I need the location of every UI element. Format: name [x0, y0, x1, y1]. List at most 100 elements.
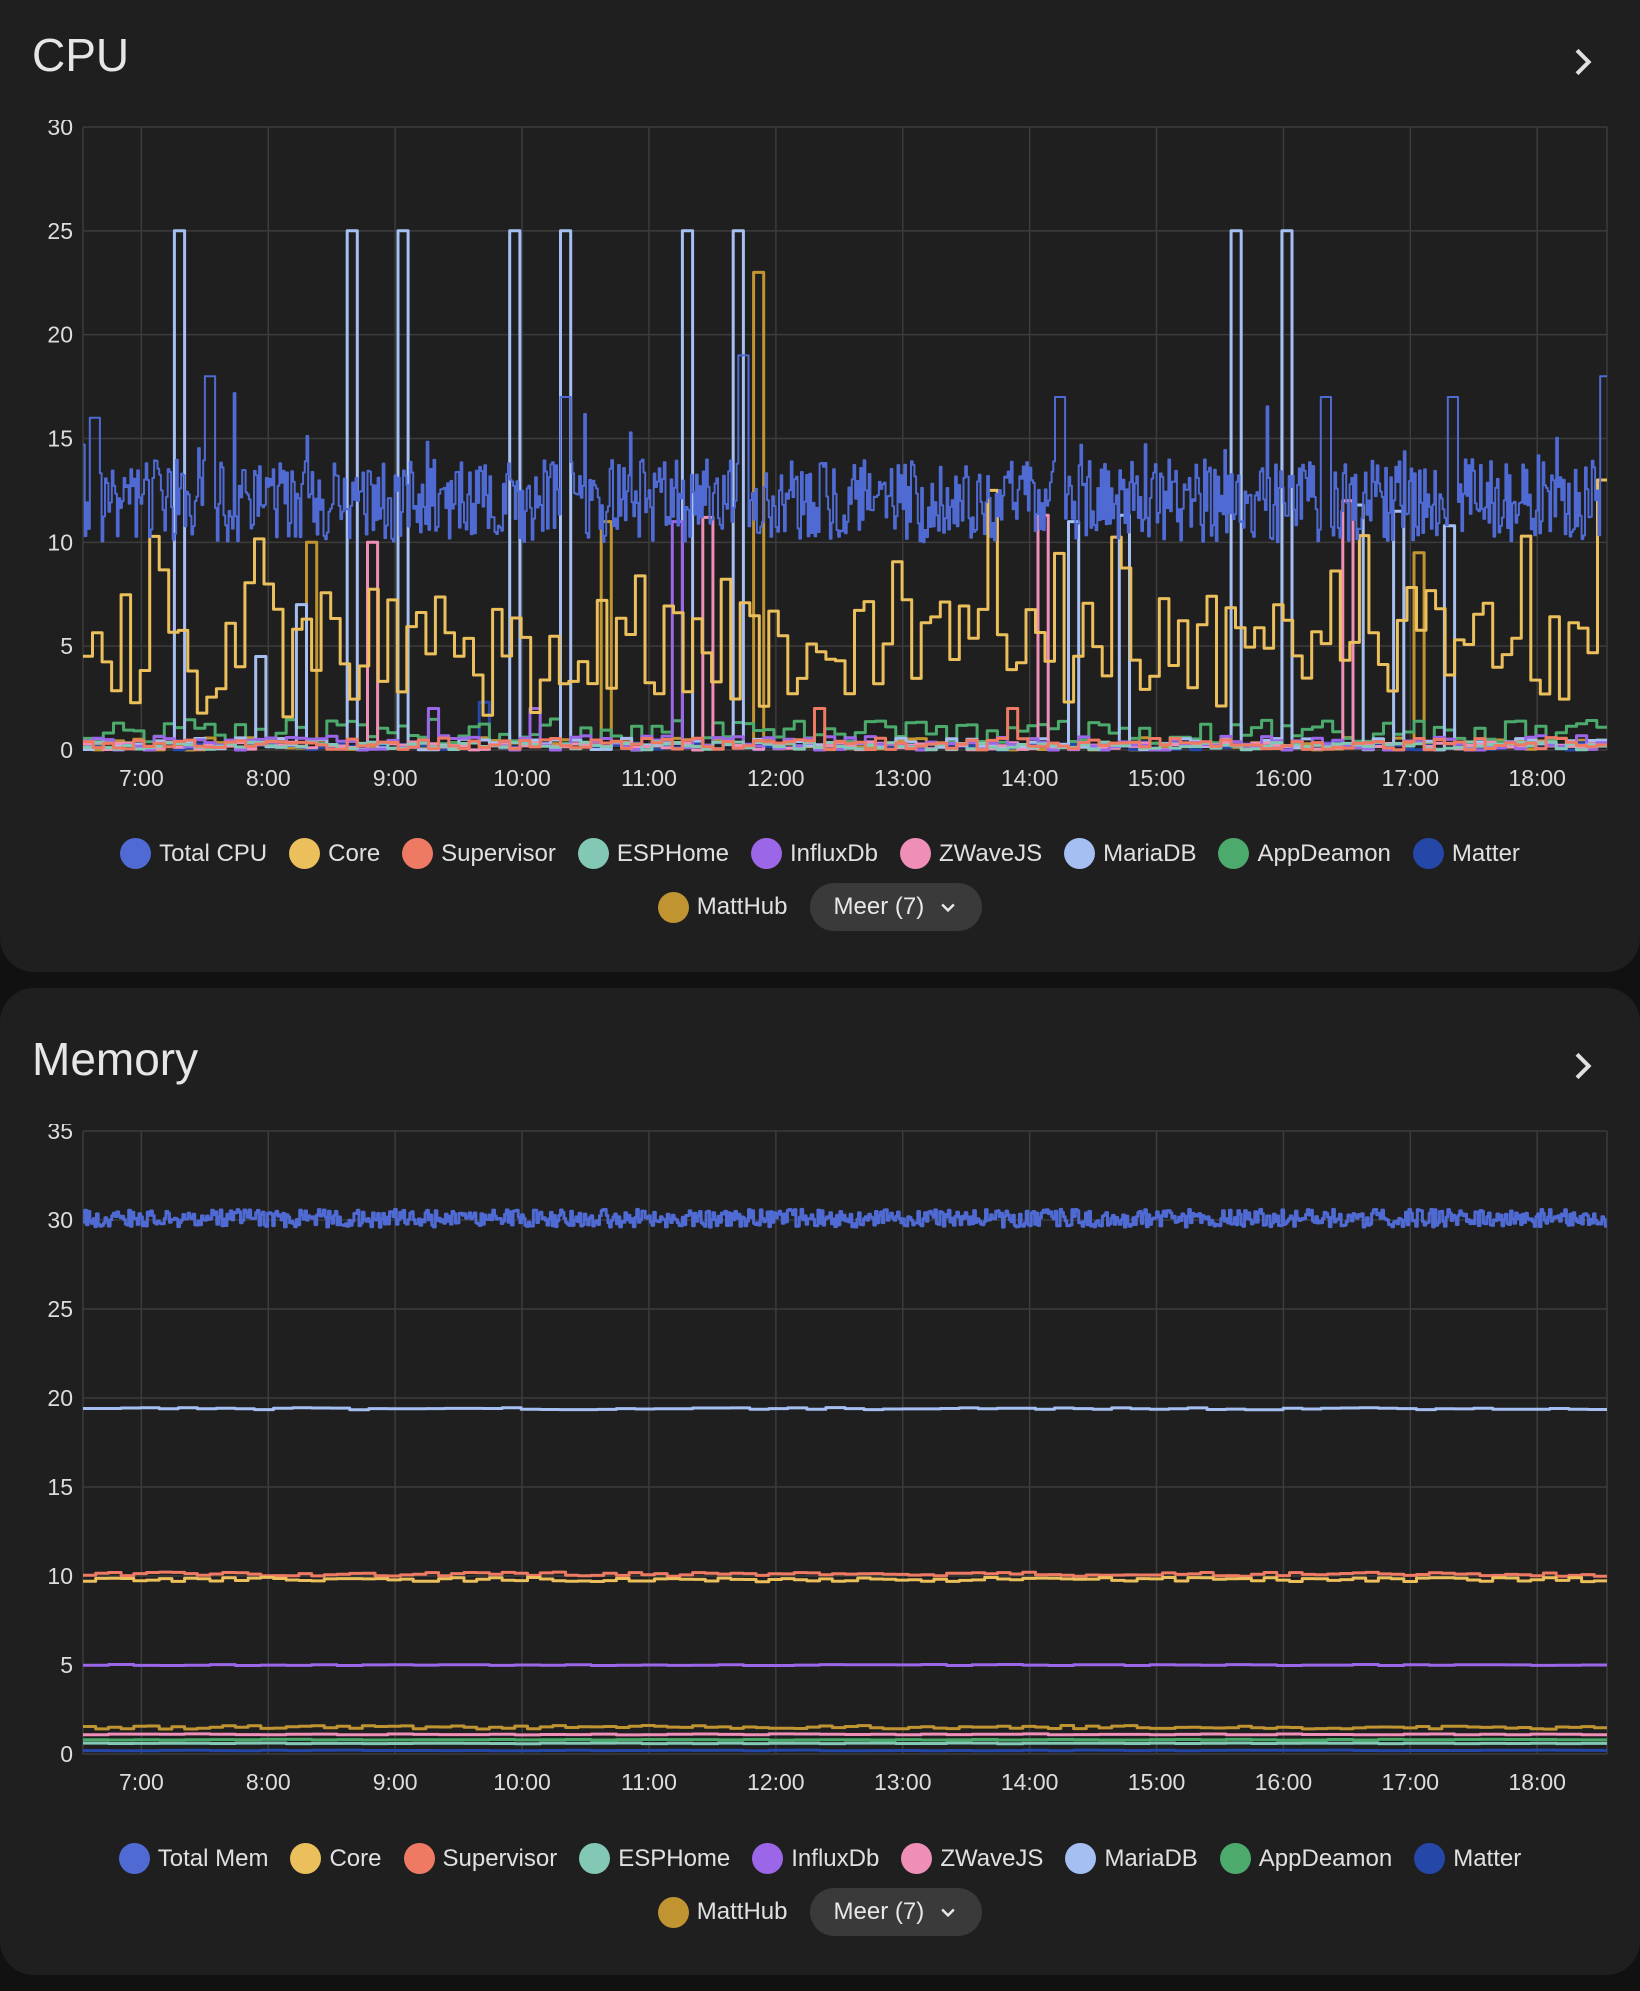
legend-row: MattHub Meer (7) [657, 883, 983, 931]
card-title: CPU [32, 29, 130, 81]
show-more-button[interactable]: Meer (7) [809, 1888, 983, 1936]
legend-row: Total Mem Core Supervisor ESPHome InfluxDb ZW… [118, 1843, 1521, 1874]
legend-item-esphome[interactable]: ESPHome [577, 838, 729, 869]
series-line-influxdb [83, 1663, 1607, 1667]
series-line-matter [83, 1748, 1607, 1753]
legend-label: Supervisor [442, 1844, 558, 1872]
chevron-right-icon[interactable] [1562, 1046, 1602, 1086]
legend-item-total-cpu[interactable]: Total CPU [120, 838, 267, 869]
x-tick-label: 10:00 [493, 765, 551, 791]
x-tick-label: 18:00 [1508, 765, 1566, 791]
legend-label: MariaDB [1103, 839, 1197, 867]
y-tick-label: 30 [47, 120, 73, 140]
x-tick-label: 9:00 [373, 765, 418, 791]
legend-item-supervisor[interactable]: Supervisor [402, 838, 556, 869]
legend-row: MattHub Meer (7) [657, 1888, 983, 1936]
legend-item-influxdb[interactable]: InfluxDb [752, 1843, 879, 1874]
legend-label: AppDeamon [1258, 1844, 1393, 1872]
legend-color-dot [577, 838, 609, 869]
legend-color-dot [657, 1896, 689, 1928]
y-tick-label: 0 [60, 737, 73, 763]
legend-label: InfluxDb [791, 1844, 880, 1872]
show-more-label: Meer (7) [833, 893, 925, 920]
legend-label: InfluxDb [789, 839, 878, 867]
y-tick-label: 35 [47, 1124, 73, 1144]
x-tick-label: 15:00 [1128, 765, 1186, 791]
legend-color-dot [402, 838, 434, 869]
y-tick-label: 5 [60, 633, 73, 659]
x-tick-label: 11:00 [621, 1769, 677, 1795]
x-tick-label: 13:00 [874, 1769, 932, 1795]
legend-label: Total CPU [159, 839, 268, 867]
legend-color-dot [1218, 838, 1250, 869]
legend-label: Total Mem [157, 1844, 269, 1872]
legend-color-dot [290, 1843, 322, 1874]
legend-item-matthub[interactable]: MattHub [657, 891, 788, 923]
legend-color-dot [120, 838, 152, 869]
legend-label: Supervisor [441, 839, 556, 867]
legend-color-dot [1412, 838, 1444, 869]
x-tick-label: 17:00 [1382, 1769, 1440, 1795]
memory-card: Memory % 0 5 10 15 20 25 30 35 7:00 8:00 9:00 10:00 1… [0, 988, 1640, 1975]
y-tick-label: 15 [47, 426, 73, 452]
memory-chart: % 0 5 10 15 20 25 30 35 7:00 8:00 9:00 10:00 11:00 12:… [47, 1124, 1608, 1795]
legend-item-influxdb[interactable]: InfluxDb [750, 838, 878, 869]
legend-color-dot [1064, 838, 1096, 869]
y-unit-label: % [83, 1124, 101, 1126]
x-tick-label: 14:00 [1001, 765, 1059, 791]
legend-color-dot [750, 838, 782, 869]
series-line-matthub [83, 1724, 1607, 1731]
y-tick-label: 10 [47, 1563, 73, 1589]
x-tick-label: 13:00 [874, 765, 932, 791]
cpu-legend: Total CPU Core Supervisor ESPHome InfluxDb ZW… [0, 838, 1640, 931]
legend-item-appdeamon[interactable]: AppDeamon [1219, 1843, 1393, 1874]
y-tick-label: 20 [47, 1385, 73, 1411]
x-tick-label: 8:00 [246, 765, 291, 791]
x-tick-label: 11:00 [621, 765, 677, 791]
series-line-zwavejs [83, 1732, 1607, 1737]
show-more-button[interactable]: Meer (7) [809, 883, 983, 931]
legend-item-mariadb[interactable]: MariaDB [1064, 838, 1196, 869]
legend-label: Matter [1453, 1844, 1522, 1872]
chevron-right-icon[interactable] [1562, 42, 1602, 82]
legend-color-dot [1414, 1843, 1446, 1874]
legend-label: AppDeamon [1257, 839, 1391, 867]
legend-color-dot [657, 891, 689, 923]
legend-label: ZWaveJS [940, 1844, 1044, 1872]
legend-row: Total CPU Core Supervisor ESPHome InfluxDb ZW… [120, 838, 1520, 869]
y-tick-label: 0 [60, 1741, 73, 1767]
legend-color-dot [118, 1843, 150, 1874]
legend-item-esphome[interactable]: ESPHome [579, 1843, 730, 1874]
legend-label: ESPHome [616, 839, 729, 867]
legend-item-mariadb[interactable]: MariaDB [1065, 1843, 1198, 1874]
legend-item-matthub[interactable]: MattHub [657, 1896, 788, 1928]
legend-label: MariaDB [1104, 1844, 1198, 1872]
memory-legend: Total Mem Core Supervisor ESPHome InfluxDb ZW… [0, 1843, 1640, 1936]
legend-item-core[interactable]: Core [290, 1843, 382, 1874]
y-unit-label: % [83, 120, 101, 122]
series-line-core [83, 1575, 1607, 1584]
card-title: Memory [32, 1033, 199, 1085]
x-tick-label: 16:00 [1255, 1769, 1313, 1795]
legend-item-zwavejs[interactable]: ZWaveJS [901, 1843, 1043, 1874]
cpu-card: CPU % 0 5 10 15 20 25 30 7:00 8:00 9:00 10:00 11:00 1… [0, 0, 1640, 972]
legend-color-dot [901, 1843, 933, 1874]
y-tick-label: 20 [47, 322, 73, 348]
series-line-total-mem [83, 1207, 1607, 1229]
legend-item-supervisor[interactable]: Supervisor [403, 1843, 558, 1874]
legend-label: Core [328, 839, 381, 867]
legend-color-dot [403, 1843, 435, 1874]
x-tick-label: 12:00 [747, 1769, 805, 1795]
legend-item-matter[interactable]: Matter [1412, 838, 1520, 869]
show-more-label: Meer (7) [833, 1898, 925, 1925]
legend-item-core[interactable]: Core [289, 838, 380, 869]
cpu-chart: % 0 5 10 15 20 25 30 7:00 8:00 9:00 10:00 11:00 12:00… [47, 120, 1608, 791]
y-tick-label: 25 [47, 218, 73, 244]
x-tick-label: 8:00 [246, 1769, 291, 1795]
legend-item-appdeamon[interactable]: AppDeamon [1218, 838, 1391, 869]
legend-item-zwavejs[interactable]: ZWaveJS [899, 838, 1042, 869]
legend-label: Core [329, 1844, 382, 1872]
legend-item-matter[interactable]: Matter [1414, 1843, 1521, 1874]
x-tick-label: 16:00 [1255, 765, 1313, 791]
legend-item-total-mem[interactable]: Total Mem [118, 1843, 269, 1874]
